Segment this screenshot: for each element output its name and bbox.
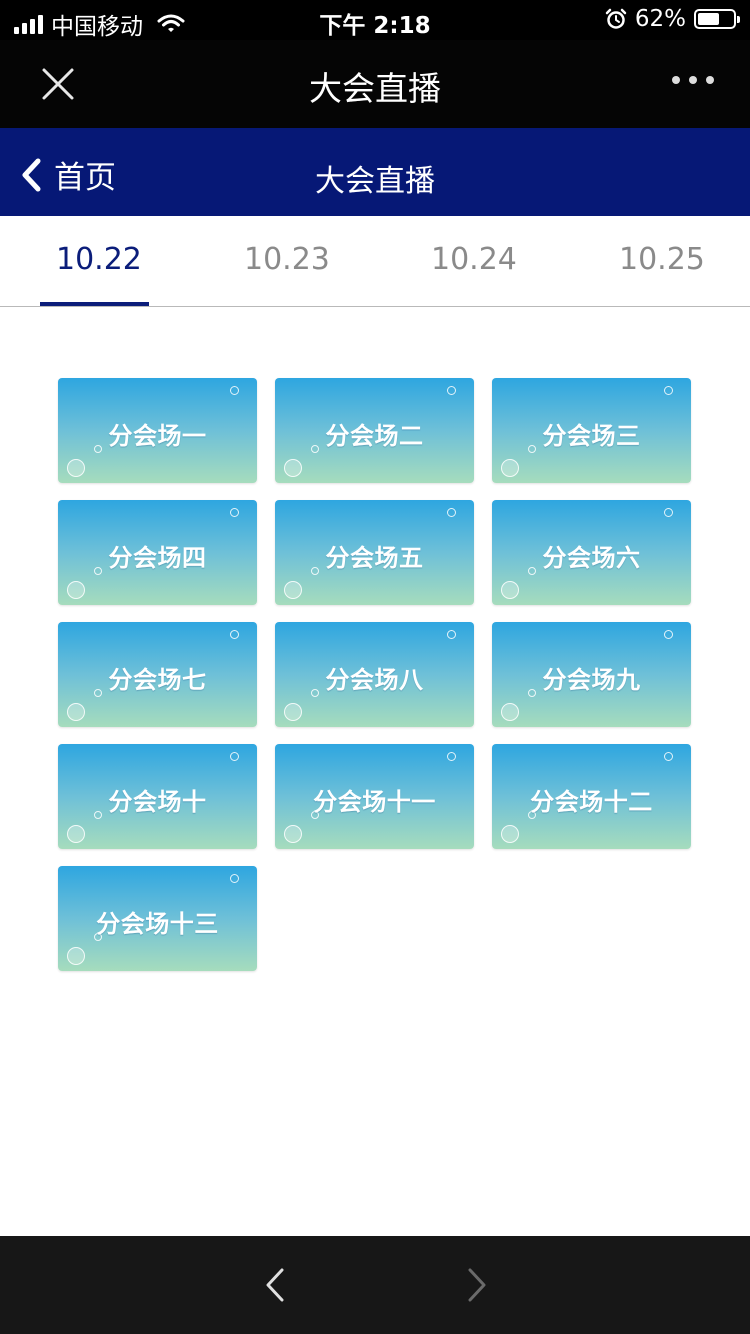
venue-tile[interactable]: 分会场十二 <box>492 744 691 849</box>
venue-tile[interactable]: 分会场十一 <box>275 744 474 849</box>
venue-label: 分会场一 <box>108 422 207 450</box>
venue-label: 分会场十二 <box>530 788 653 816</box>
venue-tile[interactable]: 分会场十三 <box>58 866 257 971</box>
venue-label: 分会场十一 <box>313 788 436 816</box>
more-icon[interactable] <box>672 76 714 84</box>
battery-level <box>698 13 720 25</box>
tab-10-22[interactable]: 10.22 <box>56 242 142 277</box>
venue-tile[interactable]: 分会场八 <box>275 622 474 727</box>
venue-label: 分会场三 <box>542 422 641 450</box>
status-bar: 中国移动 下午 2:18 62% <box>0 0 750 40</box>
venue-tile[interactable]: 分会场十 <box>58 744 257 849</box>
wechat-title: 大会直播 <box>309 69 441 108</box>
venue-tile[interactable]: 分会场七 <box>58 622 257 727</box>
venue-label: 分会场十 <box>108 788 207 816</box>
wechat-top-bar: 大会直播 <box>0 40 750 128</box>
alarm-icon <box>605 8 627 29</box>
venue-label: 分会场四 <box>108 544 207 572</box>
venue-tile[interactable]: 分会场一 <box>58 378 257 483</box>
venue-tile[interactable]: 分会场四 <box>58 500 257 605</box>
tab-10-24[interactable]: 10.24 <box>431 242 517 277</box>
venue-grid: 分会场一 分会场二 分会场三 分会场四 分会场五 分会场六 分会场七 分会场八 … <box>58 378 698 971</box>
venue-label: 分会场六 <box>542 544 641 572</box>
page-nav-bar: 首页 大会直播 <box>0 128 750 216</box>
status-right: 62% <box>605 6 740 32</box>
tab-10-23[interactable]: 10.23 <box>244 242 330 277</box>
venue-tile[interactable]: 分会场五 <box>275 500 474 605</box>
battery-icon <box>694 9 740 29</box>
venue-label: 分会场八 <box>325 666 424 694</box>
venue-label: 分会场七 <box>108 666 207 694</box>
active-tab-indicator <box>40 302 149 306</box>
venue-label: 分会场十三 <box>96 910 219 938</box>
venue-tile[interactable]: 分会场九 <box>492 622 691 727</box>
tab-10-25[interactable]: 10.25 <box>619 242 705 277</box>
venue-tile[interactable]: 分会场六 <box>492 500 691 605</box>
venue-label: 分会场五 <box>325 544 424 572</box>
venue-tile[interactable]: 分会场二 <box>275 378 474 483</box>
bottom-nav-bar <box>0 1236 750 1334</box>
venue-label: 分会场二 <box>325 422 424 450</box>
venue-tile[interactable]: 分会场三 <box>492 378 691 483</box>
date-tabs: 10.22 10.23 10.24 10.25 <box>0 216 750 307</box>
battery-percent: 62% <box>634 6 686 32</box>
chevron-right-icon[interactable] <box>464 1266 490 1304</box>
venue-label: 分会场九 <box>542 666 641 694</box>
page-title: 大会直播 <box>315 164 435 199</box>
chevron-left-icon[interactable] <box>262 1266 288 1304</box>
